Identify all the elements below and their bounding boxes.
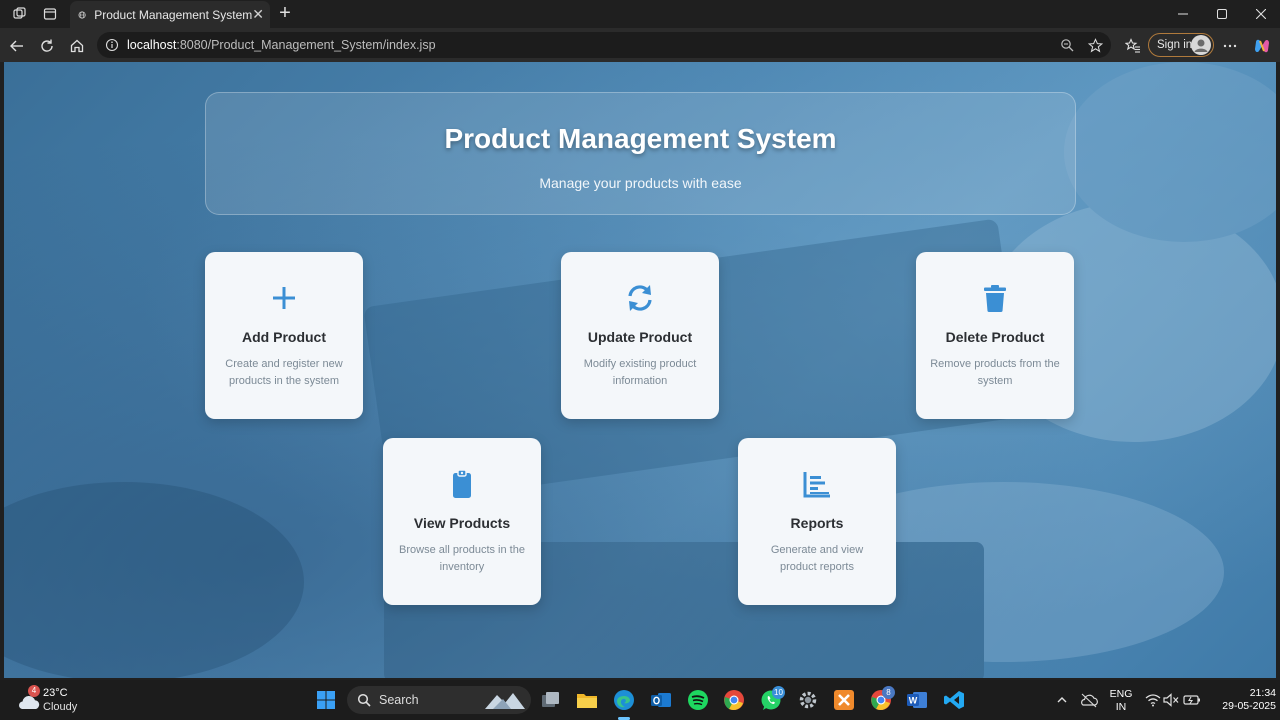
- url-host: localhost: [127, 38, 177, 52]
- tab-strip: Product Management System ✕ +: [0, 0, 1280, 28]
- battery-icon[interactable]: [1180, 688, 1204, 712]
- page-title: Product Management System: [444, 123, 837, 154]
- clock-date: 29-05-2025: [1222, 700, 1276, 712]
- home-icon[interactable]: [66, 35, 88, 57]
- trash-icon: [984, 285, 1006, 312]
- globe-icon: [78, 10, 86, 19]
- windows-start-icon[interactable]: [314, 688, 338, 712]
- task-view-icon[interactable]: [539, 688, 563, 712]
- card-title: Update Product: [587, 329, 693, 345]
- add-product-card[interactable]: Add Product Create and register new prod…: [205, 252, 363, 419]
- taskbar: 4 23°C Cloudy Search 10 8 W ENG IN 21:34…: [0, 680, 1280, 720]
- clock-time: 21:34: [1249, 687, 1276, 699]
- address-toolbar: localhost:8080/Product_Management_System…: [0, 28, 1280, 62]
- delete-product-card[interactable]: Delete Product Remove products from the …: [916, 252, 1074, 419]
- lang-line-2: IN: [1115, 701, 1127, 713]
- hero-banner: Product Management System Manage your pr…: [205, 92, 1076, 215]
- page-subtitle: Manage your products with ease: [539, 175, 742, 191]
- card-description: Modify existing product information: [583, 358, 697, 387]
- zoom-icon[interactable]: [1060, 38, 1074, 52]
- weather-badge: 4: [28, 685, 40, 697]
- page-viewport: Product Management System Manage your pr…: [4, 62, 1276, 678]
- close-tab-icon[interactable]: ✕: [252, 6, 264, 23]
- svg-text:W: W: [909, 696, 918, 706]
- refresh-icon: [628, 285, 652, 311]
- back-icon[interactable]: [6, 35, 28, 57]
- view-products-card[interactable]: View Products Browse all products in the…: [383, 438, 541, 605]
- onedrive-icon[interactable]: [1077, 688, 1101, 712]
- chrome-icon[interactable]: [722, 688, 746, 712]
- plus-icon: [273, 287, 295, 309]
- url-path: :8080/Product_Management_System/index.js…: [176, 38, 436, 52]
- xampp-icon[interactable]: [832, 688, 856, 712]
- url-text[interactable]: localhost:8080/Product_Management_System…: [127, 38, 1060, 52]
- address-bar[interactable]: localhost:8080/Product_Management_System…: [97, 32, 1111, 58]
- workspaces-icon[interactable]: [8, 4, 32, 24]
- restore-icon[interactable]: [1202, 0, 1242, 28]
- more-menu-icon[interactable]: [1219, 35, 1241, 57]
- weather-temperature: 23°C: [43, 687, 68, 699]
- refresh-icon[interactable]: [36, 35, 58, 57]
- taskbar-search[interactable]: Search: [347, 686, 531, 714]
- search-icon: [357, 693, 371, 707]
- chrome-badge: 8: [882, 686, 895, 699]
- favorites-icon[interactable]: [1122, 35, 1144, 57]
- favorite-star-icon[interactable]: [1088, 37, 1103, 53]
- card-title: Reports: [790, 515, 844, 531]
- weather-widget[interactable]: 4 23°C Cloudy: [14, 685, 104, 716]
- outlook-icon[interactable]: [649, 688, 673, 712]
- file-explorer-icon[interactable]: [575, 688, 599, 712]
- tab-actions-icon[interactable]: [38, 4, 62, 24]
- card-description: Remove products from the system: [930, 358, 1060, 387]
- new-tab-icon[interactable]: +: [276, 3, 294, 23]
- info-icon[interactable]: [105, 38, 119, 52]
- card-description: Create and register new products in the …: [225, 358, 343, 387]
- avatar: [1191, 35, 1211, 55]
- lang-line-1: ENG: [1109, 688, 1133, 700]
- settings-gear-icon[interactable]: [796, 688, 820, 712]
- vscode-icon[interactable]: [942, 688, 966, 712]
- card-title: Delete Product: [945, 329, 1045, 345]
- mountain-widget-icon: [485, 693, 525, 709]
- clipboard-icon: [453, 469, 471, 498]
- bar-chart-icon: [803, 472, 830, 498]
- update-product-card[interactable]: Update Product Modify existing product i…: [561, 252, 719, 419]
- sign-in-button[interactable]: Sign in: [1148, 33, 1214, 57]
- active-tab[interactable]: Product Management System ✕: [70, 1, 270, 28]
- reports-card[interactable]: Reports Generate and view product report…: [738, 438, 896, 605]
- card-title: Add Product: [242, 329, 326, 345]
- card-description: Browse all products in the inventory: [399, 544, 525, 573]
- sign-in-label: Sign in: [1157, 39, 1193, 51]
- card-description: Generate and view product reports: [770, 544, 864, 573]
- show-hidden-icons-icon[interactable]: [1050, 688, 1074, 712]
- copilot-icon[interactable]: [1251, 35, 1273, 57]
- weather-condition: Cloudy: [43, 701, 78, 713]
- edge-icon[interactable]: [612, 688, 636, 712]
- spotify-icon[interactable]: [686, 688, 710, 712]
- search-label: Search: [379, 693, 419, 707]
- close-window-icon[interactable]: [1241, 0, 1280, 28]
- card-title: View Products: [413, 515, 511, 531]
- word-icon[interactable]: W: [905, 688, 929, 712]
- input-language[interactable]: ENG IN: [1106, 688, 1136, 714]
- minimize-icon[interactable]: [1163, 0, 1203, 28]
- clock[interactable]: 21:34 29-05-2025: [1206, 687, 1276, 713]
- tab-title: Product Management System: [94, 7, 253, 22]
- whatsapp-badge: 10: [772, 686, 785, 699]
